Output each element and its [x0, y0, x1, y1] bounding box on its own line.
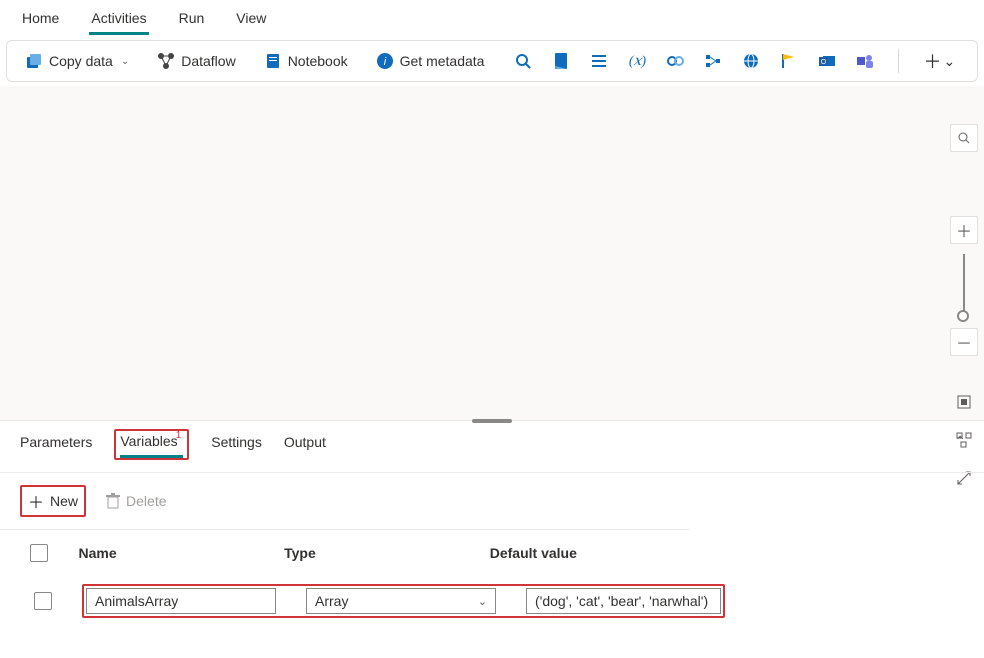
collapse-panel-button[interactable]: ⌃ [954, 433, 966, 450]
add-activity-button[interactable]: ＋ ⌄ [923, 48, 955, 74]
variable-row-area: AnimalsArray Array ⌄ ('dog', 'cat', 'bea… [20, 572, 670, 626]
list-icon[interactable] [590, 52, 608, 70]
tab-run[interactable]: Run [177, 6, 207, 35]
variables-toolbar: ＋ New Delete [0, 473, 690, 530]
new-button-highlight: ＋ New [20, 485, 86, 517]
variables-badge: 1 [176, 430, 182, 441]
tab-settings[interactable]: Settings [211, 434, 262, 459]
variable-name-input[interactable]: AnimalsArray [86, 588, 276, 614]
new-variable-button[interactable]: ＋ New [28, 489, 78, 513]
dataflow-label: Dataflow [181, 53, 235, 69]
tab-variables-label: Variables [120, 433, 177, 449]
lookup-icon[interactable] [666, 52, 684, 70]
copy-data-icon [25, 52, 43, 70]
trash-icon [106, 493, 120, 509]
col-name-header: Name [78, 545, 254, 561]
canvas-search-button[interactable] [950, 124, 978, 152]
plus-icon: ＋ [28, 489, 44, 513]
copy-data-label: Copy data [49, 53, 113, 69]
svg-text:O: O [821, 59, 827, 66]
variables-header-row: Name Type Default value [20, 540, 670, 572]
delete-variable-button[interactable]: Delete [106, 493, 166, 509]
col-type-header: Type [284, 545, 460, 561]
notebook-icon [264, 52, 282, 70]
zoom-in-button[interactable]: ＋ [950, 216, 978, 244]
chevron-down-icon: ⌄ [121, 56, 129, 67]
tab-view[interactable]: View [234, 6, 268, 35]
tab-parameters[interactable]: Parameters [20, 434, 92, 459]
switch-icon[interactable] [704, 52, 722, 70]
variable-icon[interactable]: (𝑥) [628, 52, 646, 70]
outlook-icon[interactable]: O [818, 52, 836, 70]
variable-default-input[interactable]: ('dog', 'cat', 'bear', 'narwhal') [526, 588, 721, 614]
col-default-header: Default value [490, 545, 670, 561]
new-label: New [50, 493, 78, 509]
top-nav: Home Activities Run View [0, 0, 984, 36]
fit-to-screen-button[interactable] [950, 388, 978, 416]
chevron-down-icon: ⌄ [943, 53, 955, 70]
get-metadata-label: Get metadata [400, 53, 485, 69]
tab-output[interactable]: Output [284, 434, 326, 459]
dataflow-icon [157, 52, 175, 70]
variable-default-value: ('dog', 'cat', 'bear', 'narwhal') [535, 593, 708, 609]
tab-variables[interactable]: Variables1 [120, 433, 183, 458]
search-icon[interactable] [514, 52, 532, 70]
tab-home[interactable]: Home [20, 6, 61, 35]
variable-name-value: AnimalsArray [95, 593, 178, 609]
script-icon[interactable] [552, 52, 570, 70]
activities-toolbar: Copy data ⌄ Dataflow Notebook i Get meta… [6, 40, 978, 82]
row-highlight: AnimalsArray Array ⌄ ('dog', 'cat', 'bea… [82, 584, 725, 618]
tab-activities[interactable]: Activities [89, 6, 148, 35]
row-checkbox[interactable] [34, 592, 52, 610]
dataflow-button[interactable]: Dataflow [153, 50, 239, 72]
separator [898, 49, 899, 73]
zoom-slider[interactable] [963, 254, 965, 318]
delete-label: Delete [126, 493, 166, 509]
web-icon[interactable] [742, 52, 760, 70]
variable-type-select[interactable]: Array ⌄ [306, 588, 496, 614]
tab-variables-highlight: Variables1 [114, 429, 189, 460]
flag-icon[interactable] [780, 52, 798, 70]
zoom-knob[interactable] [957, 310, 969, 322]
chevron-down-icon: ⌄ [478, 595, 487, 608]
zoom-out-button[interactable]: － [950, 328, 978, 356]
copy-data-button[interactable]: Copy data ⌄ [21, 50, 133, 72]
bottom-panel-tabs: Parameters Variables1 Settings Output ⌃ [0, 421, 984, 473]
teams-icon[interactable] [856, 52, 874, 70]
canvas-zoom-controls: ＋ － [950, 182, 978, 356]
get-metadata-button[interactable]: i Get metadata [372, 50, 489, 72]
table-row: AnimalsArray Array ⌄ ('dog', 'cat', 'bea… [24, 578, 666, 624]
variables-table: Name Type Default value AnimalsArray Arr… [0, 530, 690, 636]
pipeline-canvas[interactable]: ＋ － [0, 86, 984, 421]
select-all-checkbox[interactable] [30, 544, 48, 562]
notebook-button[interactable]: Notebook [260, 50, 352, 72]
info-icon: i [376, 52, 394, 70]
notebook-label: Notebook [288, 53, 348, 69]
plus-icon: ＋ [923, 48, 941, 74]
toolbar-extra-icons: (𝑥) O ＋ ⌄ [514, 48, 955, 74]
variable-type-value: Array [315, 593, 348, 609]
